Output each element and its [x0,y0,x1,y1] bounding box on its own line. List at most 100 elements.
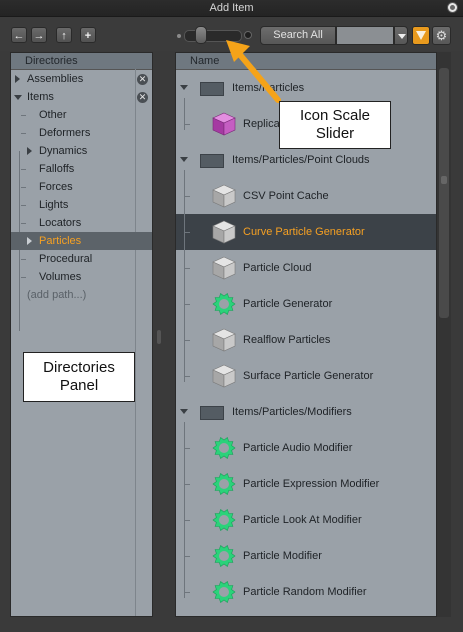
dir-item-locators[interactable]: Locators [11,214,135,232]
add-path-row[interactable]: (add path...) [11,286,135,304]
cube-icon [212,328,236,352]
folder-icon [200,154,224,168]
scrollbar-thumb[interactable] [439,68,449,318]
search-dropdown-icon[interactable] [394,26,408,45]
item-label: Particle Expression Modifier [243,478,380,490]
icon-scale-callout: Icon Scale Slider [279,101,391,149]
item-row[interactable]: Realflow Particles [176,322,436,358]
dir-item-falloffs[interactable]: Falloffs [11,160,135,178]
settings-gear-icon[interactable]: ⚙ [432,26,451,45]
filter-icon[interactable] [412,26,430,45]
item-row[interactable]: Particle Cloud [176,250,436,286]
scrollbar-grip[interactable] [441,176,447,184]
gear-icon [212,545,236,567]
dir-item-dynamics[interactable]: Dynamics [11,142,135,160]
item-label: Particle Look At Modifier [243,514,362,526]
tree-branch [21,187,26,188]
dir-item-label: Other [39,109,67,121]
item-row[interactable]: Particle Modifier [176,538,436,574]
dir-item-volumes[interactable]: Volumes [11,268,135,286]
close-window-icon[interactable] [447,2,458,13]
slider-min-dot [177,34,181,38]
item-label: Particle Cloud [243,262,312,274]
item-row[interactable]: Particle Look At Modifier [176,502,436,538]
folder-row[interactable]: Items/Particles/Modifiers [176,394,436,430]
icon-scale-callout-text: Icon Scale Slider [299,107,371,142]
name-column-header[interactable]: Name [176,53,436,70]
dir-item-deformers[interactable]: Deformers [11,124,135,142]
icon-scale-slider-handle[interactable] [194,26,207,44]
expand-arrow-icon[interactable] [15,75,20,83]
dir-item-label: Falloffs [39,163,75,175]
dir-item-label: Procedural [39,253,93,265]
window-title: Add Item [209,2,254,14]
tree-branch [21,205,26,206]
tree-branch [185,376,190,377]
dir-item-label: Volumes [39,271,82,283]
expand-arrow-icon[interactable] [27,147,32,155]
item-row[interactable]: CSV Point Cache [176,178,436,214]
folder-icon [200,82,224,96]
remove-path-icon[interactable]: ✕ [137,74,148,85]
replicator-cube-icon [212,112,236,136]
item-row[interactable]: Particle Generator [176,286,436,322]
search-input[interactable] [336,26,394,45]
item-row[interactable]: Particle Random Modifier [176,574,436,610]
item-label: Particle Generator [243,298,333,310]
gear-icon [212,473,236,495]
cube-icon [212,364,236,388]
back-button[interactable]: ← [11,27,27,43]
callout-arrow-shaft [233,47,281,103]
collapse-arrow-icon[interactable] [180,409,188,414]
dir-item-procedural[interactable]: Procedural [11,250,135,268]
folder-icon [200,406,224,420]
tree-branch [21,277,26,278]
dir-item-items[interactable]: Items [11,88,135,106]
tree-branch [21,169,26,170]
dir-item-label: Locators [39,217,82,229]
tree-branch [185,484,190,485]
collapse-arrow-icon[interactable] [180,157,188,162]
gear-icon [212,581,236,603]
panel-splitter[interactable] [153,52,173,617]
dir-item-forces[interactable]: Forces [11,178,135,196]
expand-arrow-icon[interactable] [27,237,32,245]
dir-item-label: Particles [39,235,82,247]
gear-icon [212,509,236,531]
dir-item-lights[interactable]: Lights [11,196,135,214]
tree-connector [184,170,185,382]
item-row[interactable]: Curve Particle Generator [176,214,436,250]
add-path-button[interactable]: + [80,27,96,43]
title-bar: Add Item [0,0,463,17]
dir-item-label: Forces [39,181,73,193]
cube-icon [212,184,236,208]
tree-connector [184,422,185,598]
dir-item-other[interactable]: Other [11,106,135,124]
dir-item-label: Items [27,91,54,103]
collapse-arrow-icon[interactable] [14,95,22,100]
dir-item-particles[interactable]: Particles [11,232,152,250]
item-row[interactable]: Surface Particle Generator [176,358,436,394]
tree-connector [184,98,185,130]
tree-branch [185,520,190,521]
dir-item-label: Deformers [39,127,91,139]
up-directory-button[interactable]: ↑ [56,27,72,43]
item-row[interactable]: Particle Audio Modifier [176,430,436,466]
tree-branch [185,340,190,341]
tree-branch [185,592,190,593]
tree-branch [185,448,190,449]
item-label: Particle Random Modifier [243,586,367,598]
directories-panel: Directories Assemblies ✕ Items ✕ Other D… [10,52,153,617]
remove-path-icon[interactable]: ✕ [137,92,148,103]
directories-panel-callout: Directories Panel [23,352,135,402]
item-label: Curve Particle Generator [243,226,365,238]
item-label: Particle Modifier [243,550,322,562]
tree-branch [21,259,26,260]
column-divider [135,69,136,616]
item-row[interactable]: Particle Expression Modifier [176,466,436,502]
gear-icon [212,293,236,315]
forward-button[interactable]: → [31,27,47,43]
collapse-arrow-icon[interactable] [180,85,188,90]
splitter-grip[interactable] [157,330,161,344]
dir-item-assemblies[interactable]: Assemblies [11,70,135,88]
